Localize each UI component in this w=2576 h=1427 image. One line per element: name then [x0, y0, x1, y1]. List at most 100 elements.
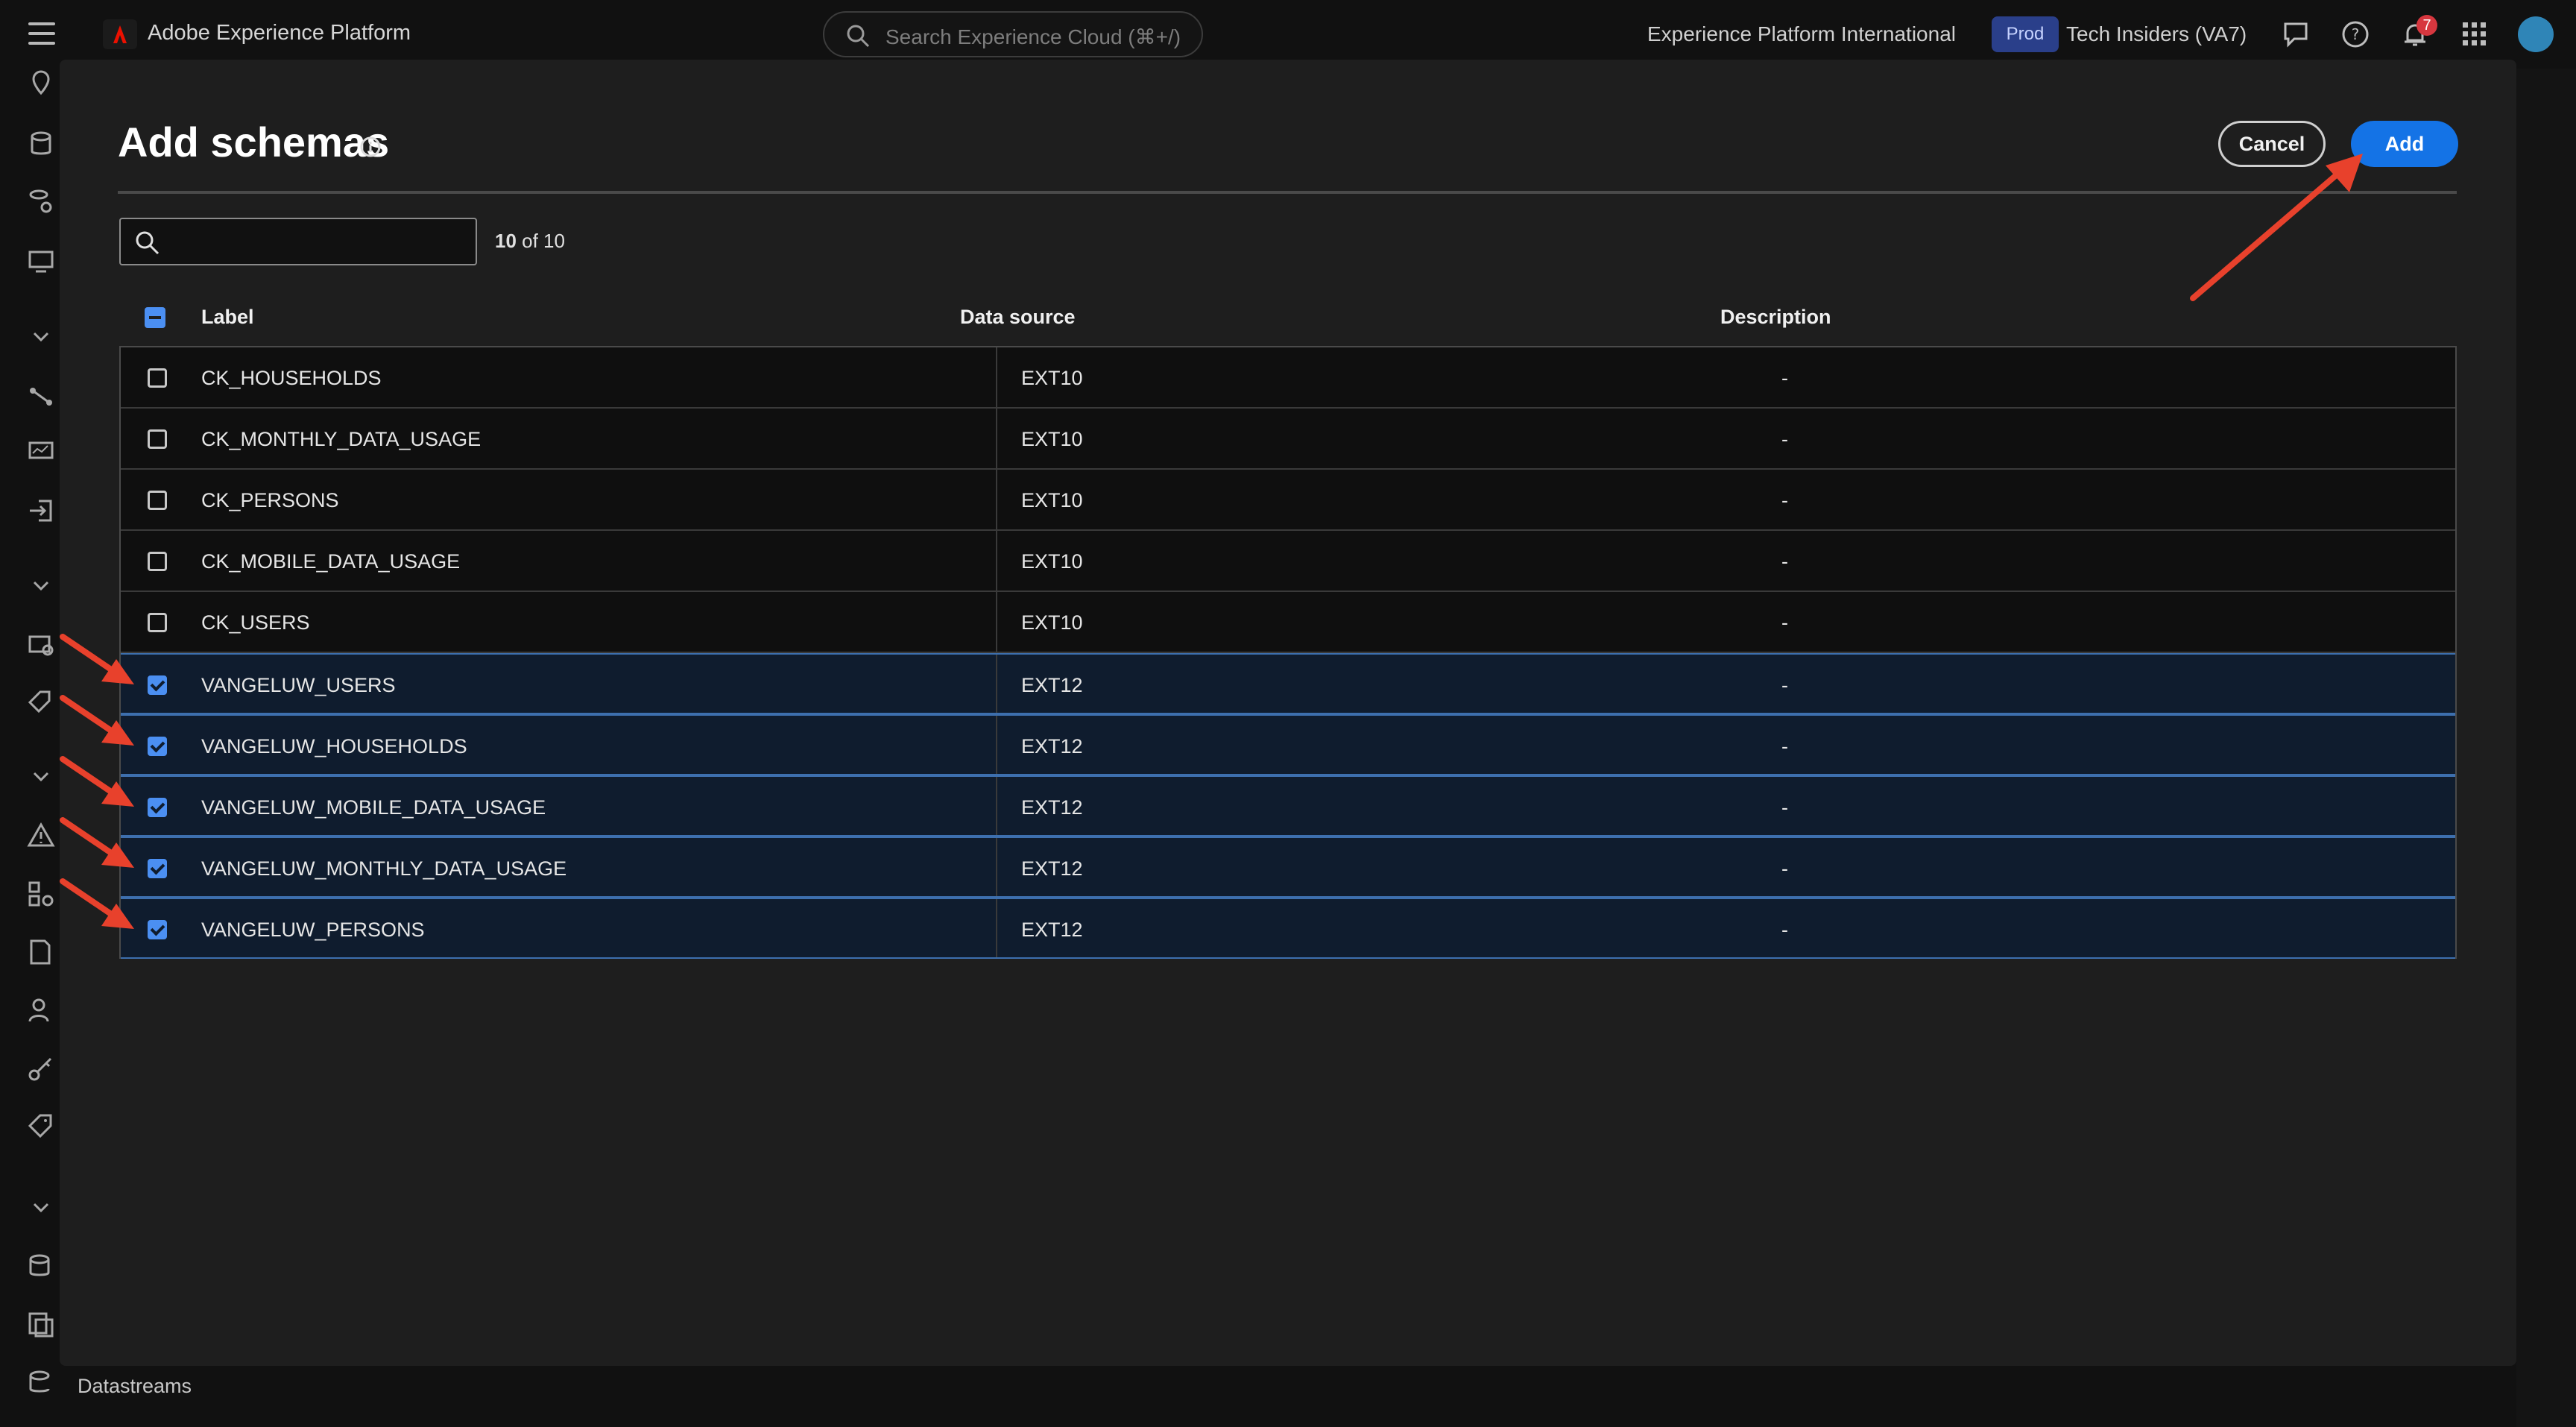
- schema-table: CK_HOUSEHOLDS EXT10 - CK_MONTHLY_DATA_USAGE…: [119, 346, 2457, 959]
- apps-grid-icon[interactable]: [2460, 19, 2490, 49]
- result-count-current: 10: [495, 230, 517, 252]
- table-row[interactable]: VANGELUW_PERSONS EXT12 -: [121, 898, 2455, 959]
- notification-count-badge: 7: [2416, 15, 2437, 36]
- column-divider: [996, 716, 997, 774]
- column-header-label[interactable]: Label: [201, 306, 254, 329]
- tag-icon[interactable]: [27, 1112, 55, 1141]
- row-label: CK_HOUSEHOLDS: [201, 367, 382, 389]
- alert-icon[interactable]: [27, 822, 55, 850]
- pages-icon[interactable]: [27, 1311, 55, 1339]
- annotation-arrow: [60, 817, 134, 868]
- row-data-source: EXT12: [1021, 919, 1083, 941]
- document-settings-icon[interactable]: [27, 938, 55, 966]
- chevron-down-icon[interactable]: [27, 1193, 55, 1221]
- column-divider: [996, 777, 997, 835]
- chevron-down-icon[interactable]: [27, 571, 55, 599]
- integrations-icon[interactable]: [27, 880, 55, 908]
- chevron-down-icon[interactable]: [27, 322, 55, 350]
- row-description: -: [1781, 796, 1788, 819]
- row-description: -: [1781, 367, 1788, 389]
- row-checkbox[interactable]: [148, 737, 167, 756]
- tag-settings-icon[interactable]: [27, 689, 55, 717]
- column-header-data-source[interactable]: Data source: [960, 306, 1076, 329]
- environment-badge[interactable]: Prod: [1992, 16, 2059, 52]
- select-all-checkbox[interactable]: [145, 307, 165, 328]
- datastreams-icon[interactable]: [27, 1369, 55, 1397]
- table-row[interactable]: VANGELUW_HOUSEHOLDS EXT12 -: [121, 714, 2455, 775]
- row-data-source: EXT12: [1021, 735, 1083, 757]
- column-divider: [996, 470, 997, 529]
- user-permissions-icon[interactable]: [27, 996, 55, 1024]
- policy-icon[interactable]: [27, 631, 55, 659]
- search-icon: [136, 231, 160, 255]
- row-data-source: EXT10: [1021, 428, 1083, 450]
- annotation-arrow: [60, 695, 134, 746]
- column-header-description[interactable]: Description: [1720, 306, 1831, 329]
- row-label: CK_PERSONS: [201, 489, 339, 511]
- monitoring-icon[interactable]: [27, 438, 55, 467]
- header-divider: [118, 191, 2457, 194]
- table-row[interactable]: VANGELUW_MONTHLY_DATA_USAGE EXT12 -: [121, 837, 2455, 898]
- row-data-source: EXT10: [1021, 611, 1083, 634]
- row-checkbox[interactable]: [148, 613, 167, 632]
- app-title[interactable]: Adobe Experience Platform: [148, 21, 411, 45]
- row-checkbox[interactable]: [148, 491, 167, 510]
- dataset-icon[interactable]: [27, 1253, 55, 1281]
- search-placeholder: Search Experience Cloud (⌘+/): [886, 25, 1181, 48]
- search-icon: [847, 25, 870, 48]
- row-checkbox[interactable]: [148, 675, 167, 695]
- column-divider: [996, 592, 997, 652]
- table-row[interactable]: CK_MOBILE_DATA_USAGE EXT10 -: [121, 531, 2455, 592]
- row-data-source: EXT10: [1021, 367, 1083, 389]
- help-icon[interactable]: ?: [2340, 19, 2370, 49]
- top-bar: Adobe Experience Platform Search Experie…: [0, 0, 2576, 69]
- location-icon[interactable]: [27, 69, 55, 97]
- column-divider: [996, 838, 997, 896]
- workflow-icon[interactable]: [27, 382, 55, 410]
- table-row[interactable]: VANGELUW_MOBILE_DATA_USAGE EXT12 -: [121, 775, 2455, 837]
- table-row[interactable]: CK_HOUSEHOLDS EXT10 -: [121, 347, 2455, 409]
- database-icon[interactable]: [27, 130, 55, 158]
- left-nav-rail: [0, 69, 60, 1427]
- row-description: -: [1781, 611, 1788, 634]
- row-data-source: EXT10: [1021, 489, 1083, 511]
- result-count-total: of 10: [516, 230, 565, 252]
- column-divider: [996, 655, 997, 713]
- adobe-logo-icon[interactable]: [103, 19, 137, 49]
- table-row[interactable]: VANGELUW_USERS EXT12 -: [121, 653, 2455, 714]
- row-checkbox[interactable]: [148, 429, 167, 449]
- row-label: VANGELUW_USERS: [201, 674, 396, 696]
- chevron-down-icon[interactable]: [27, 762, 55, 790]
- row-checkbox[interactable]: [148, 798, 167, 817]
- feedback-icon[interactable]: [2281, 19, 2311, 49]
- row-label: VANGELUW_MONTHLY_DATA_USAGE: [201, 857, 567, 880]
- table-row[interactable]: CK_USERS EXT10 -: [121, 592, 2455, 653]
- import-icon[interactable]: [27, 497, 55, 525]
- org-switcher[interactable]: Experience Platform International: [1647, 22, 1956, 46]
- monitor-icon[interactable]: [27, 248, 55, 276]
- row-label: VANGELUW_HOUSEHOLDS: [201, 735, 467, 757]
- row-checkbox[interactable]: [148, 368, 167, 388]
- info-icon[interactable]: [359, 136, 382, 158]
- row-checkbox[interactable]: [148, 859, 167, 878]
- row-checkbox[interactable]: [148, 920, 167, 939]
- menu-icon[interactable]: [28, 22, 55, 45]
- annotation-arrow: [60, 878, 134, 929]
- sidebar-item-datastreams[interactable]: Datastreams: [78, 1375, 192, 1398]
- user-avatar[interactable]: [2518, 16, 2554, 52]
- sandbox-switcher[interactable]: Tech Insiders (VA7): [2066, 22, 2247, 46]
- row-checkbox[interactable]: [148, 552, 167, 571]
- annotation-arrow: [2190, 154, 2363, 301]
- svg-text:?: ?: [2352, 25, 2360, 43]
- schema-search-input[interactable]: [119, 218, 477, 265]
- data-search-icon[interactable]: [27, 188, 55, 216]
- column-divider: [996, 409, 997, 468]
- column-divider: [996, 531, 997, 590]
- row-description: -: [1781, 735, 1788, 757]
- key-icon[interactable]: [27, 1054, 55, 1083]
- row-description: -: [1781, 550, 1788, 573]
- table-row[interactable]: CK_PERSONS EXT10 -: [121, 470, 2455, 531]
- table-row[interactable]: CK_MONTHLY_DATA_USAGE EXT10 -: [121, 409, 2455, 470]
- row-description: -: [1781, 489, 1788, 511]
- global-search[interactable]: Search Experience Cloud (⌘+/): [823, 11, 1203, 57]
